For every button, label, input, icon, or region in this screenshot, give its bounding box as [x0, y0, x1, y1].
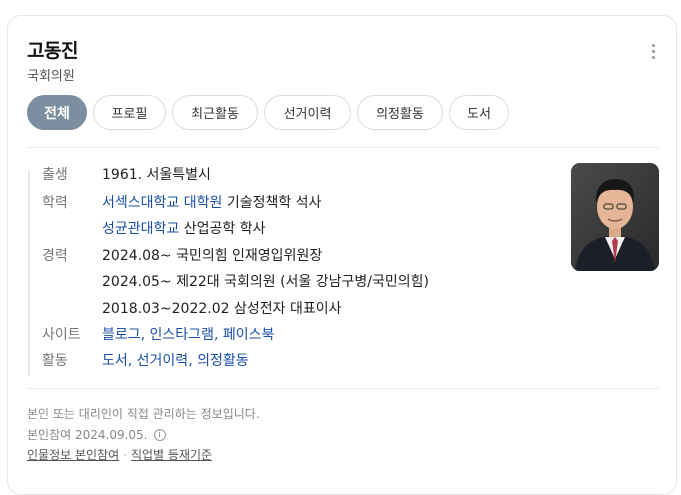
- divider: [27, 147, 659, 148]
- career-label: 경력: [42, 248, 68, 264]
- birth-row: 출생: [42, 165, 102, 185]
- education-detail-2: 산업공학 학사: [183, 221, 266, 237]
- activity-link-election[interactable]: 선거이력: [137, 353, 189, 369]
- site-link-facebook[interactable]: 페이스북: [223, 327, 275, 343]
- profile-subtitle: 국회의원: [27, 69, 75, 84]
- activity-link-books[interactable]: 도서: [102, 353, 128, 369]
- activity-comma: ,: [188, 353, 198, 369]
- dot-separator: ·: [123, 448, 127, 462]
- footer-links: 인물정보 본인참여 · 직업별 등재기준: [27, 446, 212, 463]
- site-comma: ,: [140, 327, 150, 343]
- career-row: 경력: [42, 246, 102, 266]
- education-line-2: 성균관대학교 산업공학 학사: [102, 219, 265, 239]
- activity-row: 활동: [42, 351, 102, 371]
- participation-date-row: 본인참여 2024.09.05. i: [27, 426, 166, 443]
- tab-legislative-activity[interactable]: 의정활동: [357, 95, 443, 130]
- birth-label: 출생: [42, 167, 68, 183]
- profile-card: 고동진 국회의원 전체 프로필 최근활동 선거이력 의정활동 도서 출생 196…: [7, 15, 677, 495]
- registration-criteria-link[interactable]: 직업별 등재기준: [131, 448, 212, 462]
- portrait-image: [571, 163, 659, 271]
- participation-date: 본인참여 2024.09.05.: [27, 428, 148, 442]
- managed-note: 본인 또는 대리인이 직접 관리하는 정보입니다.: [27, 407, 260, 421]
- education-link-sussex[interactable]: 서섹스대학교 대학원: [102, 195, 222, 211]
- tab-election-history[interactable]: 선거이력: [264, 95, 351, 130]
- activity-links: 도서, 선거이력, 의정활동: [102, 351, 249, 371]
- career-item-1: 2024.08~ 국민의힘 인재영입위원장: [102, 248, 323, 264]
- education-row: 학력: [42, 193, 102, 213]
- education-detail-1: 기술정책학 석사: [226, 195, 322, 211]
- site-links: 블로그, 인스타그램, 페이스북: [102, 325, 274, 345]
- profile-photo[interactable]: [571, 163, 659, 271]
- self-participation-link[interactable]: 인물정보 본인참여: [27, 448, 119, 462]
- career-item-2: 2024.05~ 제22대 국회의원 (서울 강남구병/국민의힘): [102, 274, 429, 290]
- tab-books[interactable]: 도서: [449, 95, 509, 130]
- career-item-3: 2018.03~2022.02 삼성전자 대표이사: [102, 301, 342, 317]
- site-row: 사이트: [42, 325, 102, 345]
- site-label: 사이트: [42, 327, 81, 343]
- education-label: 학력: [42, 195, 68, 211]
- activity-link-legislative[interactable]: 의정활동: [197, 353, 249, 369]
- tab-all[interactable]: 전체: [27, 95, 87, 130]
- tab-profile[interactable]: 프로필: [93, 95, 166, 130]
- birth-value: 1961. 서울특별시: [102, 167, 211, 183]
- site-link-instagram[interactable]: 인스타그램: [150, 327, 214, 343]
- activity-comma: ,: [127, 353, 137, 369]
- site-link-blog[interactable]: 블로그: [102, 327, 141, 343]
- profile-name: 고동진: [27, 40, 78, 62]
- tab-bar: 전체 프로필 최근활동 선거이력 의정활동 도서: [27, 95, 515, 130]
- info-icon[interactable]: i: [153, 428, 166, 441]
- info-left-rule: [28, 170, 30, 376]
- education-link-skku[interactable]: 성균관대학교: [102, 221, 179, 237]
- education-line-1: 서섹스대학교 대학원 기술정책학 석사: [102, 193, 321, 213]
- tab-recent-activity[interactable]: 최근활동: [172, 95, 258, 130]
- site-comma: ,: [213, 327, 223, 343]
- more-options-icon[interactable]: [652, 44, 656, 59]
- activity-label: 활동: [42, 353, 68, 369]
- footer-divider: [27, 388, 659, 389]
